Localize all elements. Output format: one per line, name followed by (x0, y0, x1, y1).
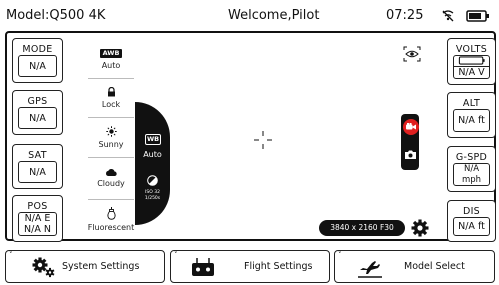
shutter-value: 1/250s (144, 195, 161, 201)
alt-label: ALT (462, 98, 481, 109)
video-camera-icon (406, 123, 416, 130)
ground-speed-value: N/A mph (461, 163, 482, 185)
volts-value-box: N/A V (453, 55, 490, 79)
sat-value-box: N/A (18, 161, 57, 183)
pos-value-box: N/A E N/A N (18, 212, 57, 236)
sat-value: N/A (29, 166, 46, 178)
remote-controller-icon (192, 258, 214, 276)
white-balance-list: AWB Auto Lock Sunny Cloudy Fluorescent (88, 41, 134, 240)
wb-option-label: Lock (101, 99, 121, 109)
system-settings-label: System Settings (62, 261, 140, 272)
gps-value: N/A (29, 112, 46, 124)
chevron-down-icon: ˅ (174, 251, 178, 259)
sat-panel: SAT N/A (12, 144, 63, 189)
wb-option-fluorescent[interactable]: Fluorescent (88, 199, 134, 240)
photo-camera-icon[interactable] (404, 149, 417, 160)
alt-panel: ALT N/A ft (447, 92, 496, 138)
wb-option-lock[interactable]: Lock (88, 78, 134, 117)
pos-north-value: N/A N (24, 224, 51, 235)
iso-shutter-readout: ISO 32 1/250s (135, 190, 170, 201)
wb-badge: WB (145, 134, 161, 145)
flight-settings-label: Flight Settings (244, 261, 313, 272)
mode-label: MODE (22, 44, 53, 55)
pos-label: POS (27, 201, 48, 212)
ground-speed-value-box: N/A mph (453, 163, 490, 186)
wb-option-label: Fluorescent (87, 223, 135, 232)
sun-icon (105, 125, 117, 137)
no-signal-icon (442, 10, 454, 22)
wb-current-value: Auto (143, 150, 162, 159)
welcome-text: Welcome,Pilot (228, 8, 320, 23)
wb-option-label: Auto (101, 60, 121, 70)
white-balance-tab[interactable]: WB Auto ISO 32 1/250s (135, 102, 170, 225)
wb-option-label: Sunny (98, 139, 124, 149)
pos-east-value: N/A E (24, 213, 51, 224)
mode-value-box: N/A (18, 55, 57, 77)
sat-label: SAT (28, 150, 47, 161)
clock: 07:25 (386, 8, 424, 23)
resolution-badge[interactable]: 3840 x 2160 F30 (319, 220, 405, 236)
volts-label: VOLTS (455, 44, 488, 55)
wb-option-cloudy[interactable]: Cloudy (88, 157, 134, 199)
wb-option-auto[interactable]: AWB Auto (88, 41, 134, 78)
alt-value: N/A ft (458, 115, 485, 126)
flight-settings-button[interactable]: ˅ Flight Settings (170, 250, 330, 283)
record-video-button[interactable] (403, 119, 419, 135)
distance-value-box: N/A ft (453, 217, 490, 236)
fluorescent-bulb-icon (106, 207, 116, 220)
eye-icon[interactable] (403, 46, 421, 62)
distance-panel: DIS N/A ft (447, 200, 496, 242)
crosshair-icon (254, 131, 272, 149)
battery-icon (466, 10, 489, 22)
camera-view-frame: MODE N/A GPS N/A SAT N/A POS N/A E N/A N… (5, 31, 496, 242)
pos-panel: POS N/A E N/A N (12, 195, 63, 242)
volts-panel: VOLTS N/A V (447, 38, 496, 85)
gps-panel: GPS N/A (12, 90, 63, 135)
mode-value: N/A (29, 60, 46, 72)
chevron-down-icon: ˅ (9, 251, 13, 259)
distance-value: N/A ft (458, 221, 485, 232)
ground-speed-panel: G-SPD N/A mph (447, 146, 496, 192)
alt-value-box: N/A ft (453, 109, 490, 132)
status-bar: Model:Q500 4K Welcome,Pilot 07:25 (0, 0, 499, 32)
model-select-label: Model Select (404, 261, 465, 272)
model-select-button[interactable]: ˅ Model Select (334, 250, 495, 283)
airplane-takeoff-icon (358, 261, 382, 278)
iso-shutter-icon (147, 175, 158, 186)
wb-option-sunny[interactable]: Sunny (88, 117, 134, 157)
cloud-icon (105, 168, 117, 176)
system-settings-button[interactable]: ˅ System Settings (5, 250, 165, 283)
wb-option-label: Cloudy (97, 179, 125, 188)
gps-value-box: N/A (18, 107, 57, 129)
gears-icon (32, 257, 55, 278)
lock-icon (107, 86, 115, 96)
model-name: Model:Q500 4K (6, 8, 106, 23)
camera-settings-gear-icon[interactable] (411, 219, 429, 237)
distance-label: DIS (462, 206, 481, 217)
volts-value: N/A V (454, 66, 489, 78)
ground-speed-label: G-SPD (455, 152, 488, 163)
battery-outline-icon (458, 56, 485, 65)
chevron-down-icon: ˅ (338, 251, 342, 259)
awb-icon: AWB (99, 48, 123, 58)
gps-label: GPS (27, 96, 48, 107)
mode-panel: MODE N/A (12, 38, 63, 83)
